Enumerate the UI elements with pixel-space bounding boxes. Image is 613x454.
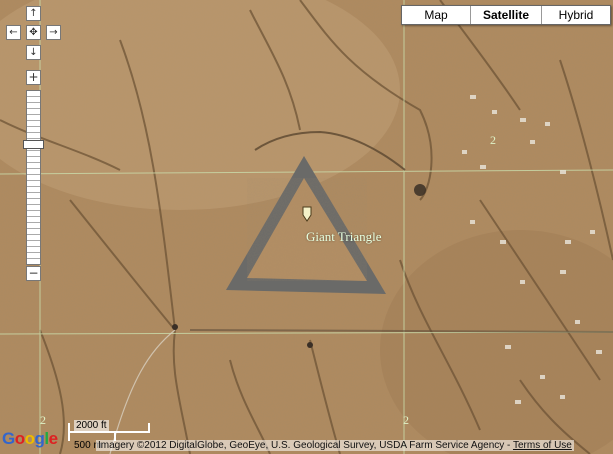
attribution: Imagery ©2012 DigitalGlobe, GeoEye, U.S.… [96, 440, 574, 451]
marker-label: Giant Triangle [306, 229, 382, 244]
logo-letter: g [34, 429, 45, 448]
logo-letter: o [24, 429, 35, 448]
map-type-map-button[interactable]: Map [402, 6, 470, 24]
logo-letter: o [14, 429, 25, 448]
grid-label: 2 [40, 413, 46, 427]
satellite-map[interactable]: Giant Triangle 2 2 2 Map Satellite Hybri… [0, 0, 613, 454]
map-type-satellite-button[interactable]: Satellite [470, 6, 541, 24]
pan-up-button[interactable]: ↑ [26, 6, 41, 21]
zoom-out-button[interactable]: − [26, 266, 41, 281]
marker-icon[interactable] [300, 205, 314, 223]
zoom-slider-thumb[interactable] [23, 140, 44, 149]
map-type-hybrid-button[interactable]: Hybrid [541, 6, 610, 24]
google-logo[interactable]: Google [2, 429, 58, 449]
map-type-control: Map Satellite Hybrid [401, 5, 611, 25]
attribution-text: Imagery ©2012 DigitalGlobe, GeoEye, U.S.… [98, 440, 513, 451]
pan-down-button[interactable]: ↓ [26, 45, 41, 60]
pan-left-button[interactable]: ← [6, 25, 21, 40]
logo-letter: e [48, 429, 58, 448]
terms-of-use-link[interactable]: Terms of Use [513, 440, 572, 451]
zoom-in-button[interactable]: + [26, 70, 41, 85]
pan-right-button[interactable]: → [46, 25, 61, 40]
grid-label: 2 [490, 133, 496, 147]
satellite-imagery [0, 0, 613, 454]
zoom-slider-track[interactable] [26, 90, 41, 265]
grid-label: 2 [403, 413, 409, 427]
logo-letter: G [2, 429, 15, 448]
scale-feet-label: 2000 ft [74, 420, 109, 431]
pan-center-button[interactable]: ✥ [26, 25, 41, 40]
